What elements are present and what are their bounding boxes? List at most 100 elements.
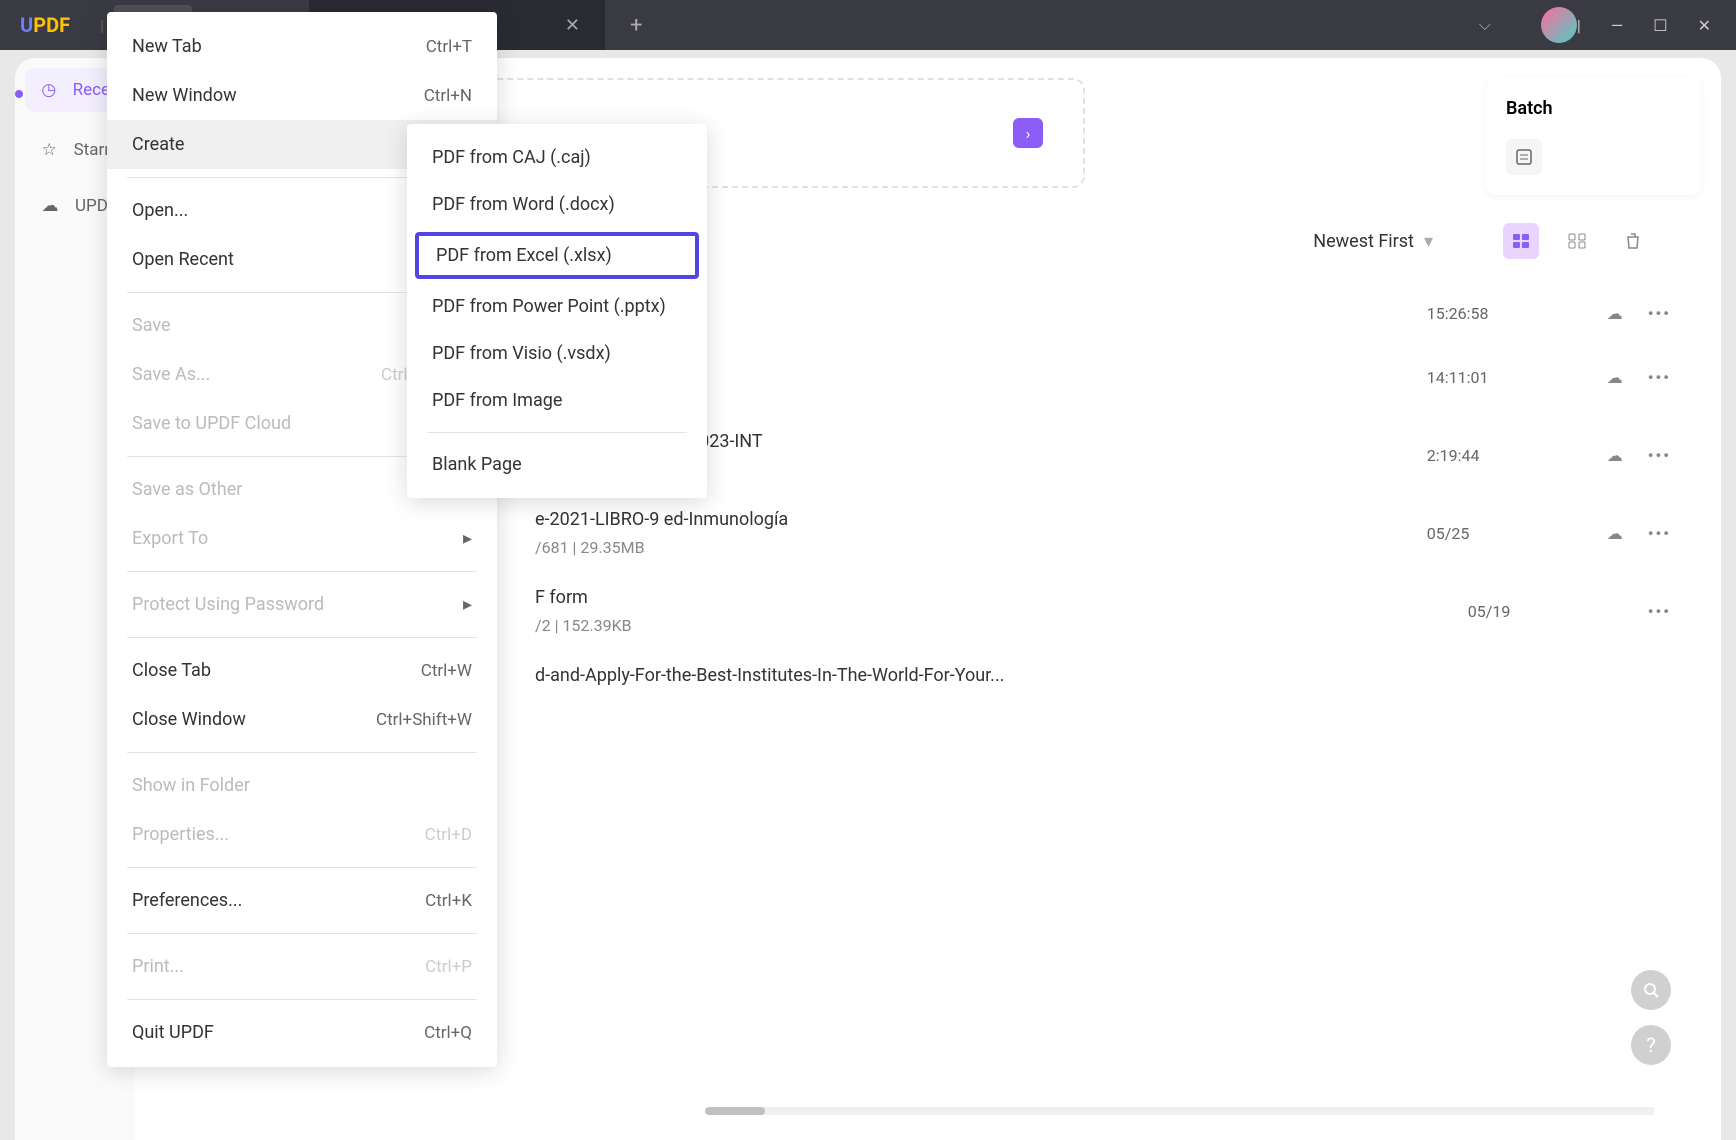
- trash-button[interactable]: [1615, 223, 1651, 259]
- batch-convert-icon[interactable]: [1506, 139, 1542, 175]
- menu-quit[interactable]: Quit UPDF Ctrl+Q: [107, 1008, 497, 1057]
- create-submenu: PDF from CAJ (.caj) PDF from Word (.docx…: [407, 124, 707, 498]
- avatar[interactable]: [1541, 7, 1577, 43]
- star-icon: ☆: [40, 140, 59, 160]
- divider: [427, 432, 687, 433]
- menu-label: Open...: [132, 200, 188, 221]
- file-actions: ☁ •••: [1607, 304, 1671, 323]
- logo-pdf: PDF: [33, 13, 70, 37]
- menu-label: New Window: [132, 85, 237, 106]
- view-grid-button[interactable]: [1559, 223, 1595, 259]
- menu-label: Save: [132, 315, 171, 336]
- menu-label: Print...: [132, 956, 184, 977]
- menu-label: New Tab: [132, 36, 202, 57]
- file-actions: ☁ •••: [1607, 446, 1671, 465]
- shortcut: Ctrl+W: [421, 661, 472, 681]
- sort-dropdown[interactable]: Newest First ▾: [1313, 231, 1433, 252]
- cloud-icon[interactable]: ☁: [1607, 368, 1623, 387]
- more-icon[interactable]: •••: [1648, 602, 1671, 621]
- file-info: F form /2 | 152.39KB: [535, 587, 1468, 635]
- file-date: 2:19:44: [1427, 446, 1607, 465]
- close-window-icon[interactable]: ✕: [1698, 16, 1711, 35]
- list-icon: [1511, 231, 1531, 251]
- menu-label: Properties...: [132, 824, 229, 845]
- submenu-ppt[interactable]: PDF from Power Point (.pptx): [407, 283, 707, 330]
- submenu-caj[interactable]: PDF from CAJ (.caj): [407, 134, 707, 181]
- submenu-excel[interactable]: PDF from Excel (.xlsx): [415, 232, 699, 279]
- batch-panel: Batch: [1486, 78, 1701, 195]
- file-name: d-and-Apply-For-the-Best-Institutes-In-T…: [535, 665, 1671, 686]
- cloud-icon[interactable]: ☁: [1607, 304, 1623, 323]
- file-info: e-2021-LIBRO-9 ed-Inmunología /681 | 29.…: [535, 509, 1427, 557]
- chevron-right-icon: ▸: [463, 594, 472, 615]
- divider: [127, 867, 477, 868]
- file-meta: /2 | 152.39KB: [535, 616, 1468, 635]
- menu-export: Export To ▸: [107, 514, 497, 563]
- menu-label: Close Window: [132, 709, 246, 730]
- submenu-word[interactable]: PDF from Word (.docx): [407, 181, 707, 228]
- view-list-button[interactable]: [1503, 223, 1539, 259]
- menu-label: Quit UPDF: [132, 1022, 214, 1043]
- file-date: 14:11:01: [1427, 368, 1607, 387]
- app-logo: UPDF: [0, 13, 90, 37]
- window-controls: | — ☐ ✕: [1577, 16, 1736, 35]
- menu-new-window[interactable]: New Window Ctrl+N: [107, 71, 497, 120]
- help-button[interactable]: ?: [1631, 1025, 1671, 1065]
- menu-label: Show in Folder: [132, 775, 250, 796]
- menu-close-window[interactable]: Close Window Ctrl+Shift+W: [107, 695, 497, 744]
- shortcut: Ctrl+Shift+W: [376, 710, 472, 730]
- chevron-right-icon: ▸: [463, 528, 472, 549]
- menu-preferences[interactable]: Preferences... Ctrl+K: [107, 876, 497, 925]
- menu-label: Open Recent: [132, 249, 234, 270]
- divider: |: [1577, 16, 1581, 35]
- minimize-icon[interactable]: —: [1611, 16, 1624, 35]
- submenu-blank[interactable]: Blank Page: [407, 441, 707, 488]
- cloud-icon[interactable]: ☁: [1607, 524, 1623, 543]
- file-actions: ☁ •••: [1607, 368, 1671, 387]
- menu-label: Protect Using Password: [132, 594, 324, 615]
- file-date: 05/25: [1427, 524, 1607, 543]
- scrollbar-horizontal[interactable]: [705, 1107, 1655, 1115]
- more-icon[interactable]: •••: [1648, 304, 1671, 323]
- cloud-icon[interactable]: ☁: [1607, 446, 1623, 465]
- sort-label: Newest First: [1313, 231, 1414, 252]
- trash-icon: [1623, 231, 1643, 251]
- more-icon[interactable]: •••: [1648, 368, 1671, 387]
- search-button[interactable]: [1631, 970, 1671, 1010]
- maximize-icon[interactable]: ☐: [1653, 16, 1667, 35]
- submenu-visio[interactable]: PDF from Visio (.vsdx): [407, 330, 707, 377]
- menu-close-tab[interactable]: Close Tab Ctrl+W: [107, 646, 497, 695]
- file-actions: •••: [1648, 602, 1671, 621]
- help-icon: ?: [1646, 1033, 1655, 1057]
- divider: [127, 933, 477, 934]
- sidebar-label: UPD: [75, 196, 108, 216]
- menu-protect: Protect Using Password ▸: [107, 580, 497, 629]
- shortcut: Ctrl+N: [424, 86, 472, 106]
- add-tab-button[interactable]: +: [630, 13, 642, 38]
- close-icon[interactable]: ✕: [565, 15, 580, 36]
- arrow-right-icon[interactable]: ›: [1013, 118, 1043, 148]
- file-name: F form: [535, 587, 1468, 608]
- sidebar-label: Starr: [74, 140, 110, 160]
- menu-label: Preferences...: [132, 890, 242, 911]
- chevron-down-icon[interactable]: ⌵: [1479, 15, 1491, 35]
- menu-label: Create: [132, 134, 184, 155]
- file-date: 15:26:58: [1427, 304, 1607, 323]
- menu-show-folder: Show in Folder: [107, 761, 497, 810]
- view-buttons: [1503, 223, 1651, 259]
- scrollbar-thumb[interactable]: [705, 1107, 765, 1115]
- more-icon[interactable]: •••: [1648, 446, 1671, 465]
- menu-new-tab[interactable]: New Tab Ctrl+T: [107, 22, 497, 71]
- menu-properties: Properties... Ctrl+D: [107, 810, 497, 859]
- shortcut: Ctrl+Q: [424, 1023, 472, 1043]
- file-info: d-and-Apply-For-the-Best-Institutes-In-T…: [535, 665, 1671, 694]
- divider: [127, 999, 477, 1000]
- cloud-icon: ☁: [40, 196, 60, 216]
- logo-u: U: [20, 13, 33, 37]
- divider: [127, 571, 477, 572]
- shortcut: Ctrl+D: [425, 825, 472, 845]
- file-date: 05/19: [1468, 602, 1648, 621]
- more-icon[interactable]: •••: [1648, 524, 1671, 543]
- divider: [127, 637, 477, 638]
- submenu-image[interactable]: PDF from Image: [407, 377, 707, 424]
